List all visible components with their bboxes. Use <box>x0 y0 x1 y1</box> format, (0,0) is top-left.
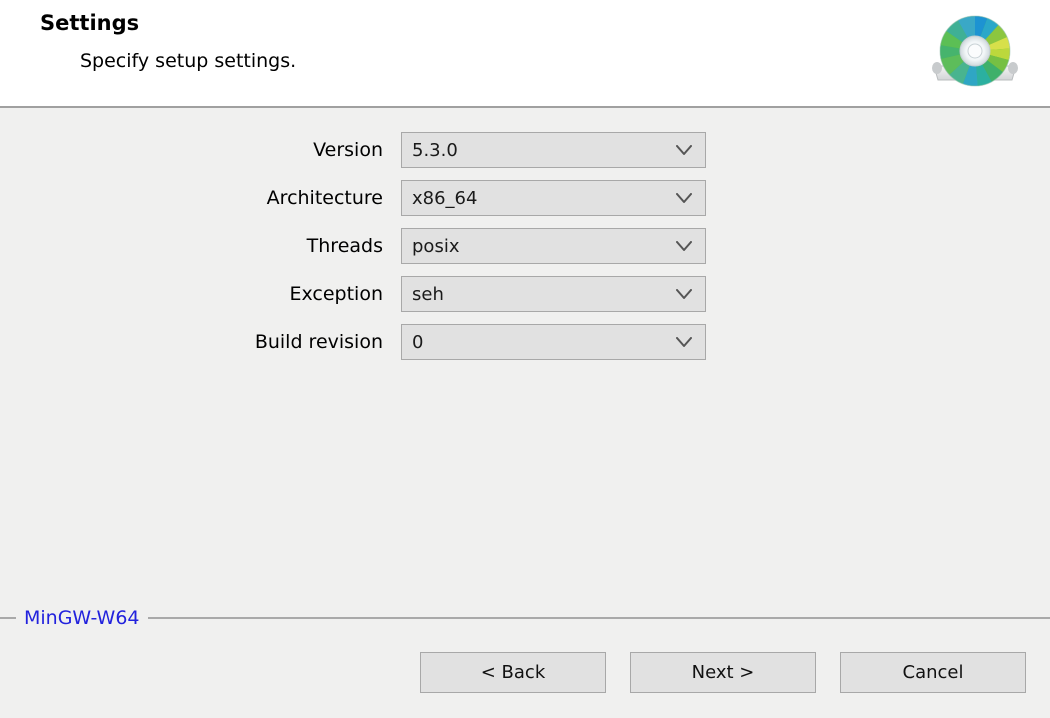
next-button[interactable]: Next > <box>630 652 816 693</box>
form-row-build-revision: Build revision 0 <box>0 324 1050 360</box>
architecture-dropdown[interactable]: x86_64 <box>401 180 706 216</box>
chevron-down-icon[interactable] <box>673 181 695 215</box>
label-build-revision: Build revision <box>254 331 383 353</box>
version-dropdown[interactable]: 5.3.0 <box>401 132 706 168</box>
build-revision-dropdown-value: 0 <box>412 331 424 353</box>
settings-form: Version 5.3.0 Architecture x86_64 Thread… <box>0 132 1050 372</box>
chevron-down-icon[interactable] <box>673 277 695 311</box>
chevron-down-icon[interactable] <box>673 133 695 167</box>
back-button[interactable]: < Back <box>420 652 606 693</box>
page-subtitle: Specify setup settings. <box>80 50 297 72</box>
wizard-header: Settings Specify setup settings. <box>0 0 1050 108</box>
threads-dropdown[interactable]: posix <box>401 228 706 264</box>
threads-dropdown-value: posix <box>412 235 460 257</box>
build-revision-dropdown[interactable]: 0 <box>401 324 706 360</box>
chevron-down-icon[interactable] <box>673 229 695 263</box>
setup-wizard-window: Settings Specify setup settings. Version… <box>0 0 1050 718</box>
wizard-body: Version 5.3.0 Architecture x86_64 Thread… <box>0 108 1050 718</box>
exception-dropdown[interactable]: seh <box>401 276 706 312</box>
wizard-button-bar: < Back Next > Cancel <box>0 652 1050 693</box>
chevron-down-icon[interactable] <box>673 325 695 359</box>
form-row-exception: Exception seh <box>0 276 1050 312</box>
label-exception: Exception <box>289 283 383 305</box>
label-threads: Threads <box>306 235 383 257</box>
label-version: Version <box>313 139 383 161</box>
version-dropdown-value: 5.3.0 <box>412 139 458 161</box>
optical-disc-icon <box>928 14 1022 90</box>
cancel-button[interactable]: Cancel <box>840 652 1026 693</box>
form-row-threads: Threads posix <box>0 228 1050 264</box>
groupbox-legend-label: MinGW-W64 <box>24 607 140 629</box>
form-row-version: Version 5.3.0 <box>0 132 1050 168</box>
mingw-groupbox: MinGW-W64 < Back Next > Cancel <box>0 607 1050 718</box>
groupbox-legend-row: MinGW-W64 <box>0 607 1050 629</box>
label-architecture: Architecture <box>266 187 383 209</box>
groupbox-divider-right <box>147 617 1050 619</box>
form-row-architecture: Architecture x86_64 <box>0 180 1050 216</box>
page-title: Settings <box>40 11 140 35</box>
groupbox-divider-left <box>0 617 16 619</box>
exception-dropdown-value: seh <box>412 283 444 305</box>
architecture-dropdown-value: x86_64 <box>412 187 478 209</box>
